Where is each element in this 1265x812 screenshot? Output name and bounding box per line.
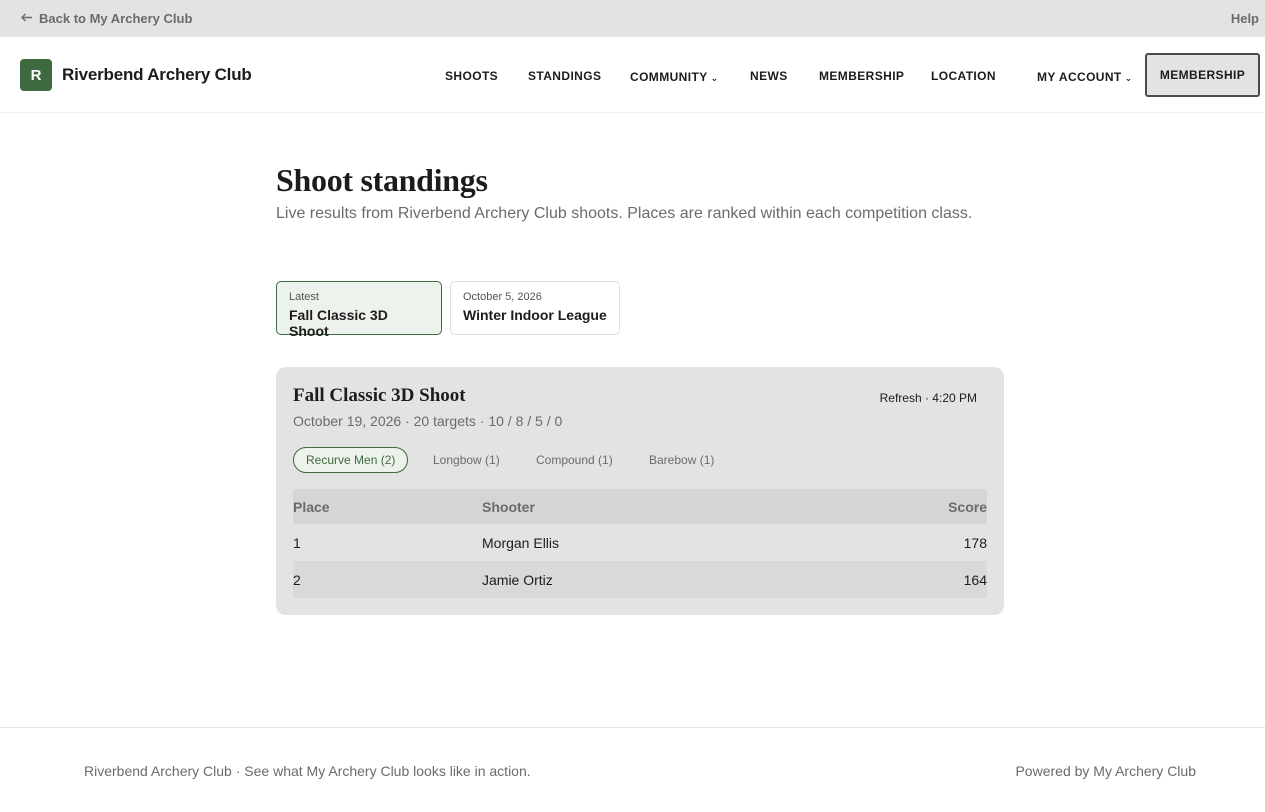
column-header-score[interactable]: Score bbox=[817, 489, 987, 524]
footer-tagline: Riverbend Archery Club · See what My Arc… bbox=[84, 763, 531, 779]
event-card-latest[interactable]: Latest Fall Classic 3D Shoot bbox=[276, 281, 442, 339]
utility-bar: Back to My Archery Club Help bbox=[0, 0, 1265, 37]
cell-shooter: Jamie Ortiz bbox=[482, 561, 818, 598]
back-link[interactable]: Back to My Archery Club bbox=[20, 11, 192, 27]
brand-logo: R bbox=[20, 59, 52, 91]
class-tab-compound[interactable]: Compound (1) bbox=[524, 447, 625, 473]
cell-score: 164 bbox=[817, 561, 987, 598]
table-row: 2 Jamie Ortiz 164 bbox=[293, 561, 987, 598]
cell-place: 1 bbox=[293, 534, 301, 551]
standings-panel: Fall Classic 3D Shoot October 19, 2026 ·… bbox=[276, 367, 1004, 615]
cell-score: 178 bbox=[963, 534, 987, 551]
nav-community-label: COMMUNITY bbox=[630, 69, 708, 84]
table-header-row: Place Shooter Score bbox=[293, 489, 987, 524]
nav-news[interactable]: NEWS bbox=[750, 69, 788, 83]
event-card-winter-indoor[interactable]: October 5, 2026 Winter Indoor League bbox=[450, 281, 620, 335]
nav-my-account-label: MY ACCOUNT bbox=[1037, 69, 1122, 84]
cell-shooter: Morgan Ellis bbox=[482, 534, 560, 551]
event-card-name: Winter Indoor League bbox=[463, 307, 607, 323]
powered-by-link[interactable]: Powered by My Archery Club bbox=[1015, 763, 1196, 779]
chevron-down-icon: ⌄ bbox=[710, 73, 719, 83]
page-subtitle: Live results from Riverbend Archery Club… bbox=[276, 205, 973, 222]
panel-title: Fall Classic 3D Shoot bbox=[293, 385, 466, 406]
chevron-down-icon: ⌄ bbox=[1124, 73, 1133, 83]
back-link-label: Back to My Archery Club bbox=[39, 11, 193, 26]
nav-membership[interactable]: MEMBERSHIP bbox=[819, 69, 904, 83]
standings-table: Place Shooter Score 1 Morgan Ellis 178 2… bbox=[293, 489, 987, 598]
class-tab-barebow[interactable]: Barebow (1) bbox=[637, 447, 726, 473]
cell-place: 2 bbox=[293, 561, 482, 598]
class-tab-longbow[interactable]: Longbow (1) bbox=[421, 447, 512, 473]
column-header-shooter[interactable]: Shooter bbox=[482, 489, 818, 524]
panel-meta: October 19, 2026 · 20 targets · 10 / 8 /… bbox=[293, 413, 563, 429]
site-footer: Riverbend Archery Club · See what My Arc… bbox=[0, 727, 1265, 812]
site-header: R Riverbend Archery Club SHOOTS STANDING… bbox=[0, 37, 1265, 113]
nav-my-account[interactable]: MY ACCOUNT ⌄ bbox=[1037, 69, 1133, 84]
class-tab-recurve-men[interactable]: Recurve Men (2) bbox=[293, 447, 409, 473]
table-row: 1 Morgan Ellis 178 bbox=[293, 524, 987, 561]
nav-community[interactable]: COMMUNITY ⌄ bbox=[630, 69, 719, 84]
event-card-tag: Latest bbox=[289, 291, 319, 303]
refresh-button[interactable]: Refresh · 4:20 PM bbox=[880, 391, 977, 405]
brand-name: Riverbend Archery Club bbox=[62, 65, 252, 84]
nav-location[interactable]: LOCATION bbox=[931, 69, 996, 83]
arrow-left-icon bbox=[20, 11, 33, 27]
brand-home-link[interactable]: R Riverbend Archery Club bbox=[20, 59, 252, 91]
event-card-name: Fall Classic 3D Shoot bbox=[289, 307, 388, 339]
event-card-tag: October 5, 2026 bbox=[463, 291, 542, 303]
column-header-place[interactable]: Place bbox=[293, 489, 482, 524]
nav-standings[interactable]: STANDINGS bbox=[528, 69, 601, 83]
page-title: Shoot standings bbox=[276, 162, 488, 198]
membership-button[interactable]: MEMBERSHIP bbox=[1145, 53, 1260, 97]
help-link[interactable]: Help bbox=[1231, 11, 1259, 26]
nav-shoots[interactable]: SHOOTS bbox=[445, 69, 498, 83]
